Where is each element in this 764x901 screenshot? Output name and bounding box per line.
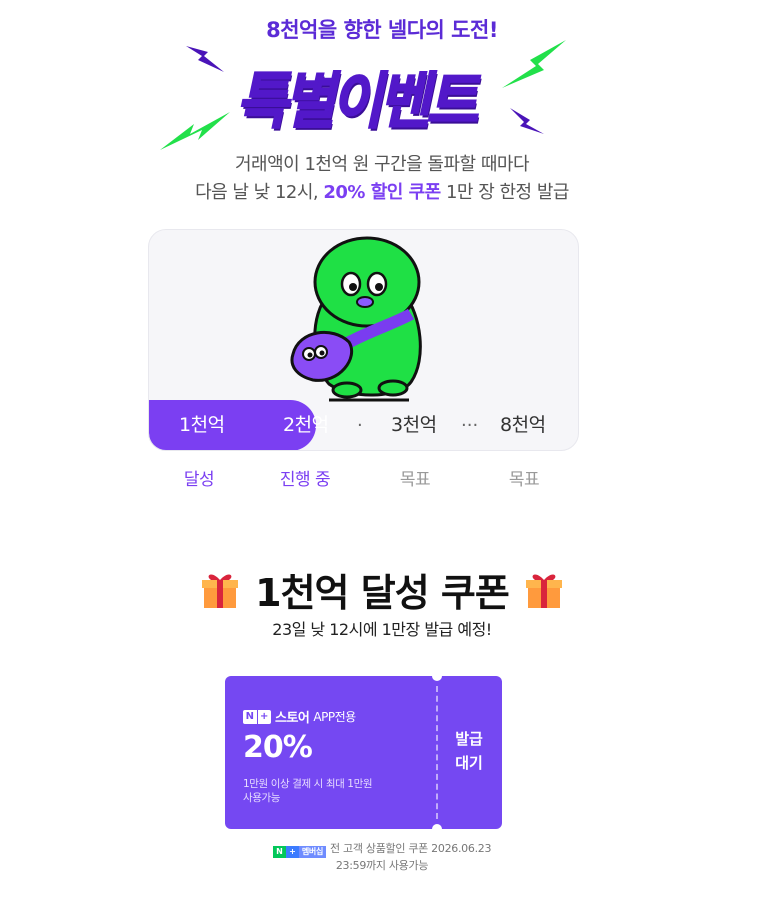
badge-n: N — [243, 709, 257, 724]
status-in-progress: 진행 중 — [279, 470, 331, 490]
footer-line1: N + 멤버십 전 고객 상품할인 쿠폰 2026.06.23 — [0, 841, 764, 858]
coupon-footer-note: N + 멤버십 전 고객 상품할인 쿠폰 2026.06.23 23:59까지 사용가… — [0, 841, 764, 873]
description-prefix: 다음 날 낮 12시, — [195, 182, 324, 203]
coupon-notch-top — [432, 676, 442, 681]
progress-card: 1천억 2천억 · 3천억 ··· 8천억 — [148, 229, 579, 451]
status-achieved: 달성 — [183, 470, 215, 490]
coupon-brand: 스토어 — [275, 711, 310, 726]
green-bolt-icon — [160, 112, 230, 150]
coupon-ticket[interactable]: N + 스토어 APP전용 20% 1만원 이상 결제 시 최대 1만원 사용가능… — [225, 676, 502, 829]
milestone-1: 1천억 — [179, 414, 225, 436]
status-goal-3: 목표 — [399, 470, 431, 490]
milestone-4: 8천억 — [500, 414, 546, 436]
membership-badge-text: 멤버십 — [298, 846, 327, 858]
headline: 8천억을 향한 넬다의 도전! — [266, 18, 498, 42]
membership-badge-icon: N + 멤버십 — [272, 846, 327, 858]
milestone-ellipsis: ··· — [461, 415, 479, 436]
event-description-line2: 다음 날 낮 12시, 20% 할인 쿠폰 1만 장 한정 발급 — [0, 178, 764, 204]
event-title: 특별이벤트 — [226, 54, 496, 138]
coupon-condition-line2: 사용가능 — [243, 792, 281, 804]
purple-bolt-icon — [186, 46, 224, 72]
description-highlight: 20% 할인 쿠폰 — [323, 182, 441, 203]
issue-status-line2: 대기 — [455, 754, 483, 772]
coupon-condition-line1: 1만원 이상 결제 시 최대 1만원 — [243, 778, 373, 790]
footer-line2: 23:59까지 사용가능 — [335, 859, 429, 872]
gift-icon — [202, 574, 239, 608]
coupon-brand-sub: APP전용 — [313, 710, 356, 724]
coupon-section-subtitle: 23일 낮 12시에 1만장 발급 예정! — [272, 620, 492, 639]
event-title-text: 특별이벤트 — [233, 65, 488, 137]
coupon-notch-bottom — [432, 824, 442, 829]
mascot-character — [290, 236, 422, 402]
coupon-condition: 1만원 이상 결제 시 최대 1만원 사용가능 — [243, 777, 423, 805]
naver-plus-badge-icon: N + — [243, 709, 271, 724]
milestone-3: 3천억 — [391, 414, 437, 436]
milestone-separator: · — [357, 415, 363, 436]
status-goal-8: 목표 — [508, 470, 540, 490]
footer-line1-text: 전 고객 상품할인 쿠폰 2026.06.23 — [330, 842, 492, 855]
coupon-issue-status[interactable]: 발급 대기 — [436, 727, 502, 775]
coupon-section-title: 1천억 달성 쿠폰 — [0, 562, 764, 617]
coupon-brand-row: N + 스토어 APP전용 — [243, 707, 356, 726]
coupon-discount: 20% — [243, 730, 313, 765]
event-description-line1: 거래액이 1천억 원 구간을 돌파할 때마다 — [234, 154, 530, 175]
purple-bolt-icon — [510, 108, 544, 134]
milestone-2: 2천억 — [283, 414, 329, 436]
badge-plus: + — [256, 709, 271, 724]
gift-icon — [525, 574, 562, 608]
green-bolt-icon — [502, 40, 566, 88]
coupon-title-text: 1천억 달성 쿠폰 — [255, 571, 510, 615]
issue-status-line1: 발급 — [455, 730, 483, 748]
description-suffix: 1만 장 한정 발급 — [440, 182, 569, 203]
